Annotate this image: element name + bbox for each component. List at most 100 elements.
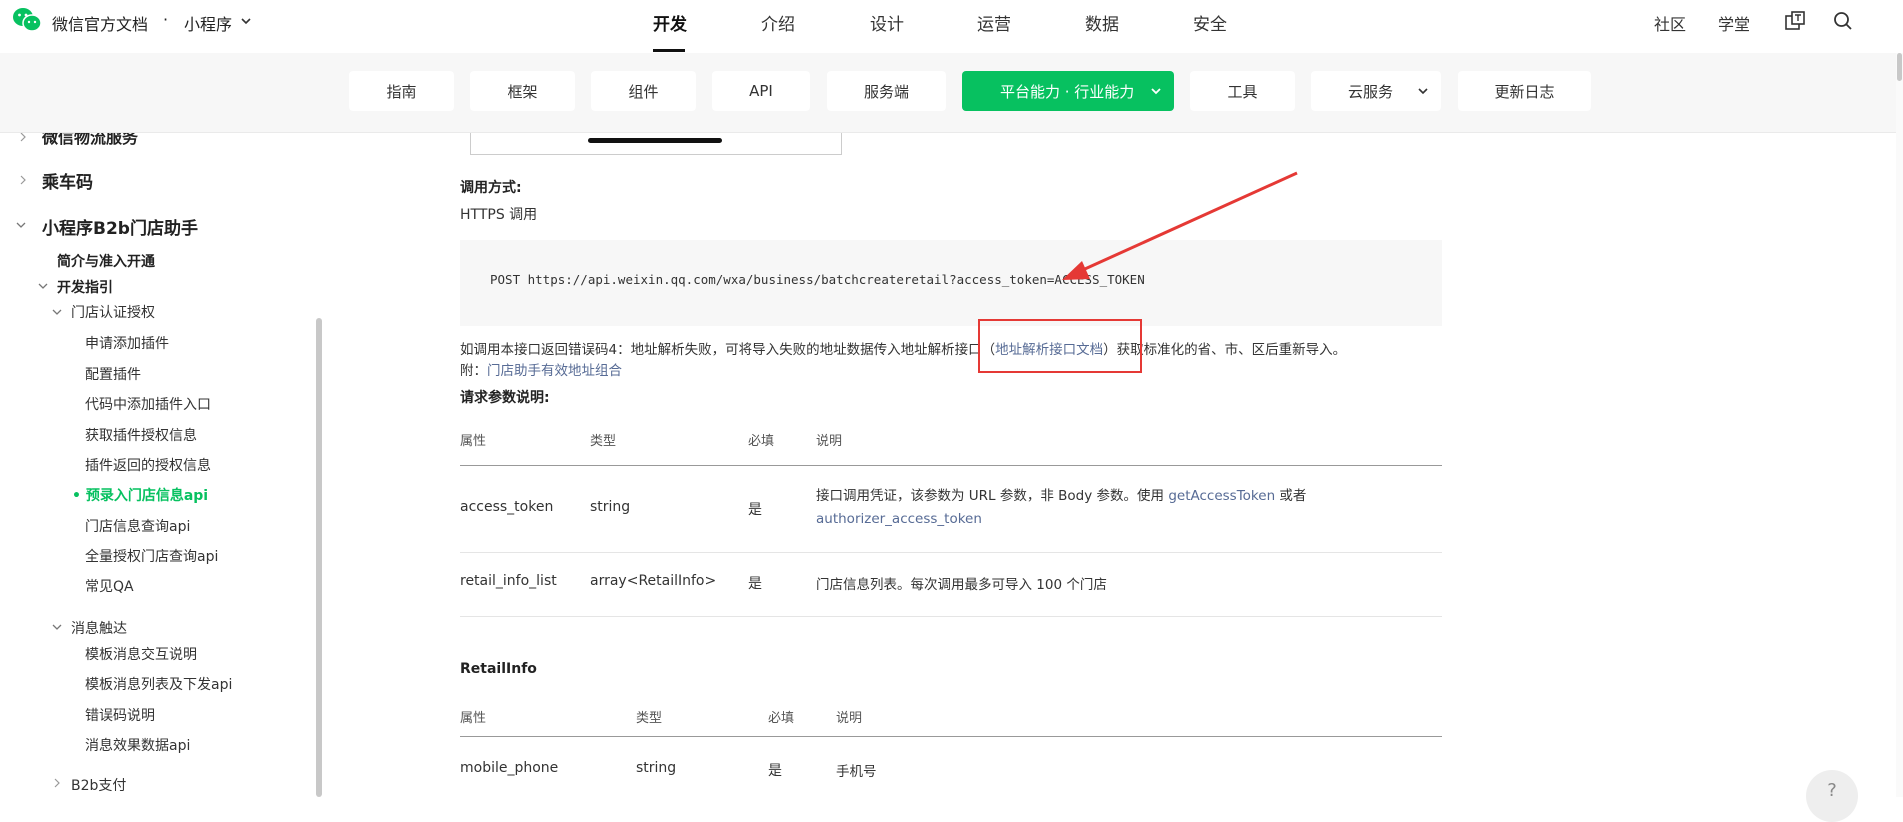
chevron-right-icon[interactable] (18, 175, 28, 185)
chevron-right-icon[interactable] (52, 778, 62, 788)
chevron-down-icon (1151, 88, 1161, 95)
chevron-right-icon[interactable] (18, 133, 28, 142)
attachment-note: 附：门店助手有效地址组合 (460, 359, 622, 379)
error-note: 如调用本接口返回错误码4：地址解析失败，可将导入失败的地址数据传入地址解析接口（… (460, 338, 1346, 358)
sidebar-item-b2b-pay[interactable]: B2b支付 (71, 775, 126, 795)
category-tools[interactable]: 工具 (1190, 71, 1295, 111)
nav-design[interactable]: 设计 (870, 10, 904, 35)
table1-row2-name: retail_info_list (460, 573, 557, 589)
active-bullet: • (72, 488, 86, 504)
doc-content: 调用方式: HTTPS 调用 POST https://api.weixin.q… (322, 133, 1896, 797)
sidebar-item-msg-stats[interactable]: 消息效果数据api (85, 735, 190, 755)
sidebar-item-error-codes[interactable]: 错误码说明 (85, 705, 155, 725)
category-changelog[interactable]: 更新日志 (1458, 71, 1591, 111)
sidebar-item-full-query[interactable]: 全量授权门店查询api (85, 546, 218, 566)
sidebar-item-bus-code[interactable]: 乘车码 (42, 168, 93, 193)
category-framework[interactable]: 框架 (470, 71, 575, 111)
sidebar-item-template-send[interactable]: 模板消息列表及下发api (85, 674, 232, 694)
product-switcher[interactable]: 小程序 (184, 11, 232, 35)
code-block[interactable]: POST https://api.weixin.qq.com/wxa/busin… (460, 240, 1442, 326)
table1-header-rule (460, 465, 1442, 466)
table1-row2-required: 是 (748, 576, 762, 592)
request-params-heading: 请求参数说明: (460, 390, 550, 406)
sidebar-nav: 微信物流服务 乘车码 小程序B2b门店助手 简介与准入开通 开发指引 门店认证授… (0, 133, 322, 797)
chevron-down-icon[interactable] (52, 622, 62, 632)
table1-row2-type: array<RetailInfo> (590, 573, 717, 589)
help-button[interactable]: ? (1806, 770, 1858, 822)
nav-data[interactable]: 数据 (1085, 10, 1119, 35)
call-method-text: HTTPS 调用 (460, 207, 538, 223)
category-guide[interactable]: 指南 (349, 71, 454, 111)
sidebar-item-preentry-api[interactable]: • 预录入门店信息api (72, 485, 208, 505)
table2-row1-required: 是 (768, 763, 782, 779)
table1-row2-desc: 门店信息列表。每次调用最多可导入 100 个门店 (816, 577, 1107, 593)
category-cloud[interactable]: 云服务 (1311, 71, 1441, 111)
nav-operate[interactable]: 运营 (977, 10, 1011, 35)
table1-header-desc: 说明 (816, 434, 843, 449)
sidebar-item-store-query[interactable]: 门店信息查询api (85, 516, 190, 536)
category-platform-industry[interactable]: 平台能力 · 行业能力 (962, 71, 1174, 111)
sidebar-item-apply-plugin[interactable]: 申请添加插件 (85, 333, 169, 353)
nav-active-underline (653, 49, 685, 52)
nav-intro[interactable]: 介绍 (761, 10, 795, 35)
table1-header-type: 类型 (590, 434, 617, 449)
category-bar: 指南 框架 组件 API 服务端 平台能力 · 行业能力 工具 云服务 更新日志 (0, 53, 1896, 133)
chevron-down-icon[interactable] (240, 15, 252, 27)
table1-row1-required: 是 (748, 502, 762, 518)
page-scrollbar[interactable] (1896, 53, 1903, 797)
get-access-token-link[interactable]: getAccessToken (1168, 488, 1275, 504)
sidebar-item-messaging[interactable]: 消息触达 (71, 618, 127, 638)
sidebar-item-get-auth[interactable]: 获取插件授权信息 (85, 425, 197, 445)
search-icon[interactable] (1832, 10, 1854, 32)
table2-header-rule (460, 736, 1442, 737)
sidebar-item-config-plugin[interactable]: 配置插件 (85, 364, 141, 384)
sidebar-item-dev-guide[interactable]: 开发指引 (57, 277, 113, 297)
category-server[interactable]: 服务端 (827, 71, 946, 111)
phone-screenshot-image (470, 133, 842, 155)
table2-header-desc: 说明 (836, 711, 863, 726)
nav-academy[interactable]: 学堂 (1718, 11, 1750, 35)
call-method-heading: 调用方式: (460, 180, 522, 196)
translate-icon[interactable] (1784, 10, 1806, 32)
page-scroll-thumb[interactable] (1897, 53, 1902, 81)
category-api[interactable]: API (712, 71, 810, 111)
table1-row-rule (460, 552, 1442, 553)
brand-title[interactable]: 微信官方文档 (52, 11, 148, 35)
table1-row1-name: access_token (460, 499, 554, 515)
row1-desc-prefix: 接口调用凭证，该参数为 URL 参数，非 Body 参数。使用 (816, 488, 1169, 504)
retailinfo-heading: RetailInfo (460, 661, 537, 677)
wechat-logo-icon[interactable] (12, 6, 42, 34)
sidebar-item-logistics[interactable]: 微信物流服务 (42, 133, 138, 148)
table1-header-prop: 属性 (460, 434, 487, 449)
table1-bottom-rule (460, 616, 1442, 617)
table2-row1-type: string (636, 760, 677, 776)
authorizer-access-token-link[interactable]: authorizer_access_token (816, 511, 982, 527)
chevron-down-icon[interactable] (16, 220, 26, 230)
table1-header-required: 必填 (748, 434, 775, 449)
sidebar-item-returned-auth[interactable]: 插件返回的授权信息 (85, 455, 211, 475)
sidebar-item-template-interaction[interactable]: 模板消息交互说明 (85, 644, 197, 664)
nav-security[interactable]: 安全 (1193, 10, 1227, 35)
chevron-down-icon[interactable] (52, 307, 62, 317)
sidebar-item-add-entry[interactable]: 代码中添加插件入口 (85, 394, 211, 414)
code-line: POST https://api.weixin.qq.com/wxa/busin… (490, 272, 1145, 287)
nav-community[interactable]: 社区 (1654, 11, 1686, 35)
sidebar-item-preentry-label: 预录入门店信息api (85, 488, 209, 504)
category-components[interactable]: 组件 (591, 71, 696, 111)
error-note-prefix: 如调用本接口返回错误码4：地址解析失败，可将导入失败的地址数据传入地址解析接口（ (460, 342, 996, 358)
top-header: 微信官方文档 · 小程序 开发 介绍 设计 运营 数据 安全 社区 学堂 (0, 0, 1903, 53)
table2-header-prop: 属性 (460, 711, 487, 726)
sidebar-item-faq[interactable]: 常见QA (85, 576, 134, 596)
sidebar-item-b2b-assistant[interactable]: 小程序B2b门店助手 (42, 214, 198, 239)
chevron-down-icon[interactable] (38, 281, 48, 291)
sidebar-item-store-auth[interactable]: 门店认证授权 (71, 302, 155, 322)
category-platform-label: 平台能力 · 行业能力 (1000, 82, 1135, 101)
table2-header-type: 类型 (636, 711, 663, 726)
nav-develop[interactable]: 开发 (653, 10, 687, 35)
sidebar-item-intro[interactable]: 简介与准入开通 (57, 251, 155, 271)
table1-row1-type: string (590, 499, 631, 515)
attachment-prefix: 附： (460, 363, 487, 379)
brand-separator: · (163, 10, 169, 29)
table2-row1-name: mobile_phone (460, 760, 559, 776)
valid-address-combo-link[interactable]: 门店助手有效地址组合 (487, 363, 622, 379)
